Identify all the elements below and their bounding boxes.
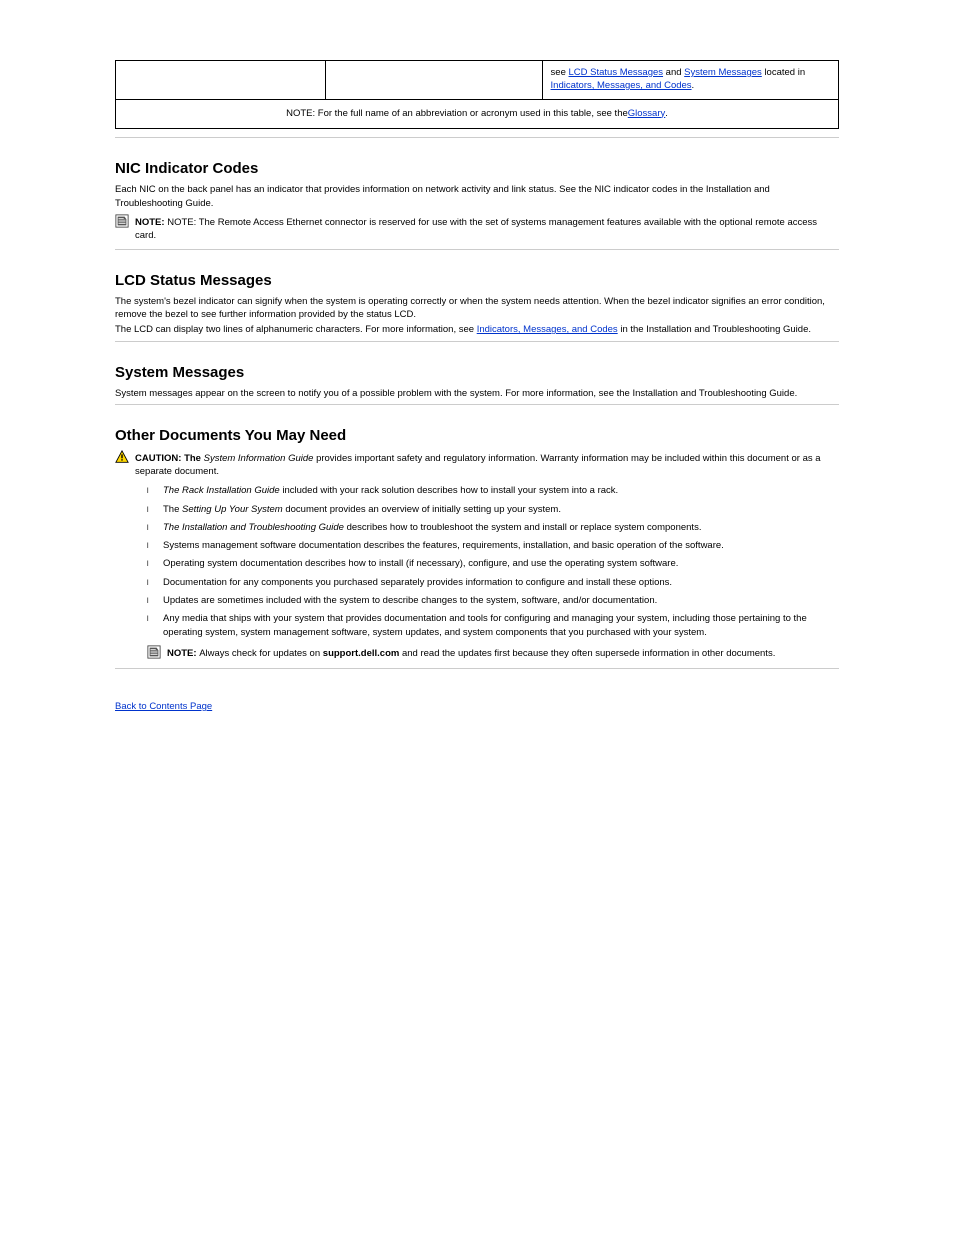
status-table: see LCD Status Messages and System Messa…: [115, 60, 839, 129]
caution-block: CAUTION: The System Information Guide pr…: [115, 450, 839, 481]
other-note: NOTE: Always check for updates on suppor…: [115, 645, 839, 662]
heading-nic: NIC Indicator Codes: [115, 160, 839, 177]
table-cell-col2: [325, 61, 542, 100]
link-indicators-2[interactable]: Indicators, Messages, and Codes: [477, 324, 618, 335]
lcd-body-1: The system's bezel indicator can signify…: [115, 295, 839, 322]
table-cell-col1: [116, 61, 326, 100]
divider: [115, 668, 839, 669]
link-glossary[interactable]: Glossary: [628, 108, 665, 121]
doc-list: The Rack Installation Guide included wit…: [115, 484, 839, 640]
list-item: The Rack Installation Guide included wit…: [163, 484, 839, 498]
list-item: Systems management software documentatio…: [163, 539, 839, 553]
heading-messages: System Messages: [115, 364, 839, 381]
nic-note-text: NOTE: The Remote Access Ethernet connect…: [135, 217, 817, 241]
heading-lcd: LCD Status Messages: [115, 272, 839, 289]
nic-note: NOTE: NOTE: The Remote Access Ethernet c…: [115, 214, 839, 245]
divider: [115, 249, 839, 250]
list-item: The Installation and Troubleshooting Gui…: [163, 521, 839, 535]
lcd-body-2: The LCD can display two lines of alphanu…: [115, 323, 839, 336]
link-system-messages[interactable]: System Messages: [684, 67, 762, 78]
list-item: Updates are sometimes included with the …: [163, 594, 839, 608]
note-icon: [115, 214, 129, 228]
table-cell-col3: see LCD Status Messages and System Messa…: [542, 61, 838, 100]
divider: [115, 341, 839, 342]
divider: [115, 137, 839, 138]
other-note-text: Always check for updates on support.dell…: [199, 648, 775, 659]
list-item: Any media that ships with your system th…: [163, 612, 839, 641]
table-note-row: NOTE: For the full name of an abbreviati…: [116, 99, 839, 129]
list-item: Documentation for any components you pur…: [163, 576, 839, 590]
heading-other: Other Documents You May Need: [115, 427, 839, 444]
divider: [115, 404, 839, 405]
link-lcd-status[interactable]: LCD Status Messages: [569, 67, 664, 78]
link-indicators[interactable]: Indicators, Messages, and Codes: [551, 80, 692, 91]
note-icon: [147, 645, 161, 659]
nic-body: Each NIC on the back panel has an indica…: [115, 183, 839, 210]
list-item: The Setting Up Your System document prov…: [163, 503, 839, 517]
back-link[interactable]: Back to Contents Page: [115, 701, 212, 712]
caution-icon: [115, 450, 129, 464]
messages-body: System messages appear on the screen to …: [115, 387, 839, 400]
list-item: Operating system documentation describes…: [163, 557, 839, 571]
